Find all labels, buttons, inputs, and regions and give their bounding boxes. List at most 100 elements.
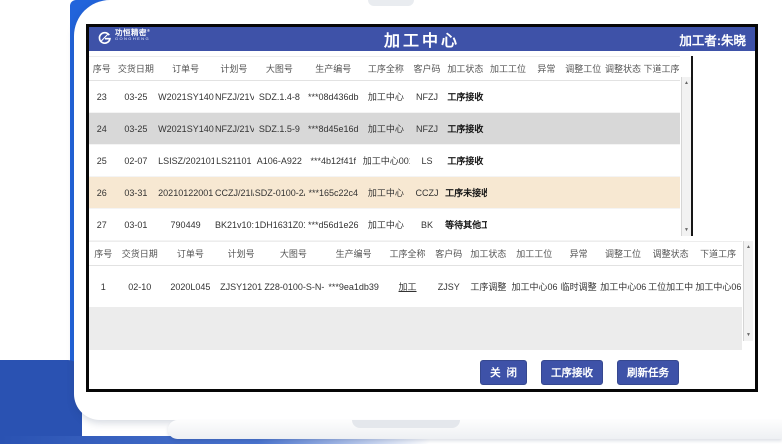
column-header[interactable]: 调整工位 [563, 57, 603, 81]
app-titlebar: 功恒精密® GONGHENG 加工中心 加工者:朱晓 [89, 27, 755, 51]
laptop-camera-notch [368, 0, 414, 6]
column-header[interactable]: 调整状态 [603, 57, 643, 81]
cell [529, 81, 563, 113]
cell: SDZ.1.4-8 [254, 81, 305, 113]
operator-label: 加工者:朱晓 [679, 30, 746, 49]
brand-logo: 功恒精密® GONGHENG [98, 29, 150, 50]
cell: LS21101 [214, 145, 254, 177]
cell [643, 209, 680, 241]
column-header[interactable]: 异常 [558, 242, 599, 266]
column-header[interactable]: 订单号 [157, 57, 214, 81]
column-header[interactable]: 加工工位 [511, 242, 559, 266]
current-table-scrollbar[interactable]: ▲ ▼ [743, 241, 753, 341]
table-row[interactable] [89, 308, 742, 350]
brand-name: 功恒精密® [115, 29, 150, 37]
table-row[interactable]: 2603-3120210122001CCZJ/21I/SDZ-0100-2ANJ… [89, 177, 680, 209]
cell: SDZ-0100-2ANJ- [254, 177, 305, 209]
page-title: 加工中心 [384, 27, 460, 51]
cell [384, 308, 432, 350]
cell: 1DH1631Z011 [254, 209, 305, 241]
column-header[interactable]: 调整状态 [647, 242, 695, 266]
column-header[interactable]: 生产编号 [305, 57, 362, 81]
table-row[interactable]: 2703-01790449BK21v10:1DH1631Z011***d56d1… [89, 209, 680, 241]
cell [603, 113, 643, 145]
cell: 工序接收 [444, 81, 487, 113]
cell: 加工中心001 [362, 145, 410, 177]
cell: ***08d436db [305, 81, 362, 113]
column-header[interactable]: 交货日期 [118, 242, 162, 266]
scroll-down-icon[interactable]: ▼ [744, 331, 753, 339]
cell: 27 [89, 209, 115, 241]
column-header[interactable]: 生产编号 [324, 242, 384, 266]
cell [647, 308, 695, 350]
column-header[interactable]: 加工状态 [466, 242, 510, 266]
column-header[interactable]: 加工工位 [487, 57, 530, 81]
column-header[interactable]: 交货日期 [115, 57, 158, 81]
receive-process-button[interactable]: 工序接收 [541, 360, 603, 385]
cell [563, 113, 603, 145]
column-header[interactable]: 下道工序 [643, 57, 680, 81]
scroll-down-icon[interactable]: ▼ [682, 226, 691, 234]
cell: BK21v10: [214, 209, 254, 241]
table-row[interactable]: 2502-07LSISZ/202101LS21101A106-A922***4b… [89, 145, 680, 177]
column-header[interactable]: 下道工序 [694, 242, 742, 266]
cell: 加工中心 [362, 113, 410, 145]
table-row[interactable]: 102-102020L045ZJSY1201Z28-0100-S-N-22***… [89, 266, 742, 308]
cell: 工序未接收 [444, 177, 487, 209]
cell [529, 145, 563, 177]
cell: ***9ea1db39 [324, 266, 384, 308]
column-header[interactable]: 计划号 [214, 57, 254, 81]
table-row[interactable]: 2303-25W2021SY140NFZJ/21VSDZ.1.4-8***08d… [89, 81, 680, 113]
cell: 790449 [157, 209, 214, 241]
column-header[interactable]: 加工状态 [444, 57, 487, 81]
cell [466, 308, 510, 350]
scroll-up-icon[interactable]: ▲ [682, 79, 691, 87]
cell: 加工中心 [362, 81, 410, 113]
cell: 加工中心 [362, 209, 410, 241]
cell: ***8d45e16d [305, 113, 362, 145]
cell [487, 113, 530, 145]
close-button[interactable]: 关 闭 [480, 360, 527, 385]
column-header[interactable]: 工序全称 [362, 57, 410, 81]
column-header[interactable]: 大图号 [254, 57, 305, 81]
cell [529, 209, 563, 241]
cell: NFZJ [410, 113, 444, 145]
pending-table-scrollbar[interactable]: ▲ ▼ [681, 77, 691, 236]
column-header[interactable]: 异常 [529, 57, 563, 81]
cell: SDZ.1.5-9 [254, 113, 305, 145]
cell: 02-10 [118, 266, 162, 308]
column-header[interactable]: 计划号 [219, 242, 263, 266]
cell: 03-25 [115, 81, 158, 113]
column-header[interactable]: 调整工位 [599, 242, 647, 266]
cell: ***4b12f41f [305, 145, 362, 177]
button-bar: 关 闭工序接收刷新任务 [480, 360, 679, 385]
column-header[interactable]: 序号 [89, 242, 118, 266]
cell: ZJSY1201 [219, 266, 263, 308]
cell [558, 308, 599, 350]
cell: 等待其他工序 [444, 209, 487, 241]
column-header[interactable]: 订单号 [162, 242, 219, 266]
table-row[interactable]: 2403-25W2021SY140NFZJ/21VSDZ.1.5-9***8d4… [89, 113, 680, 145]
cell [563, 209, 603, 241]
refresh-tasks-button[interactable]: 刷新任务 [617, 360, 679, 385]
registered-mark: ® [147, 28, 150, 33]
logo-mark-icon [98, 29, 112, 50]
cell: 工序调整 [466, 266, 510, 308]
column-header[interactable]: 工序全称 [384, 242, 432, 266]
cell: 26 [89, 177, 115, 209]
column-header[interactable]: 大图号 [263, 242, 323, 266]
cell: W2021SY140 [157, 81, 214, 113]
column-header[interactable]: 客户码 [410, 57, 444, 81]
cell [603, 145, 643, 177]
cell: CCZJ [410, 177, 444, 209]
cell: NFZJ/21V [214, 81, 254, 113]
cell: LSISZ/202101 [157, 145, 214, 177]
scroll-up-icon[interactable]: ▲ [744, 243, 753, 251]
cell: LS [410, 145, 444, 177]
column-header[interactable]: 序号 [89, 57, 115, 81]
cell: 加工中心06 [511, 266, 559, 308]
cell [529, 177, 563, 209]
cell [219, 308, 263, 350]
column-header[interactable]: 客户码 [431, 242, 466, 266]
cell: A106-A922 [254, 145, 305, 177]
